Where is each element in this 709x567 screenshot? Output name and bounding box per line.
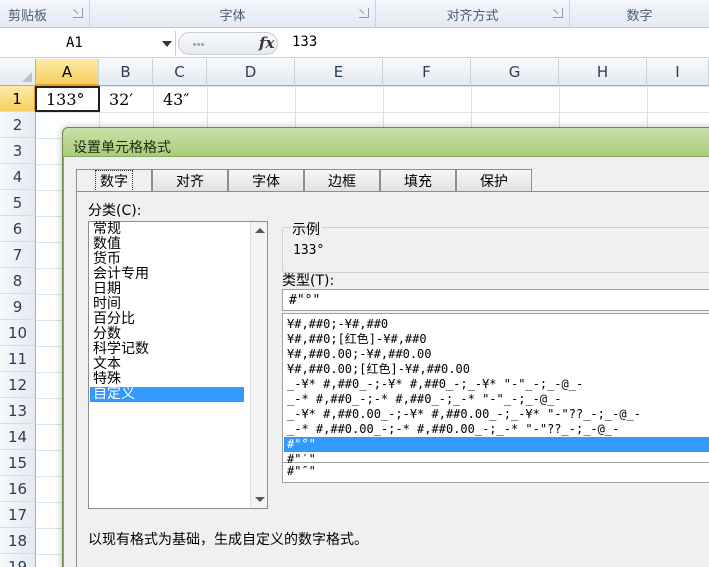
tab-border[interactable]: 边框	[304, 169, 380, 191]
column-header-c[interactable]: C	[153, 59, 207, 86]
column-header-f[interactable]: F	[383, 59, 471, 86]
category-item[interactable]: 分数	[93, 327, 121, 342]
excel-window: 剪贴板 字体 对齐方式 数字 A1 fx 133 A B C D E F G H	[0, 0, 709, 567]
format-item[interactable]: ¥#,##0;[红色]-¥#,##0	[287, 332, 427, 347]
category-item-selected[interactable]: 自定义	[90, 387, 244, 402]
category-item[interactable]: 常规	[93, 222, 121, 237]
column-header-i[interactable]: I	[647, 59, 709, 86]
format-item[interactable]: _-¥* #,##0.00_-;-¥* #,##0.00_-;_-¥* "-"?…	[287, 407, 641, 422]
category-item[interactable]: 时间	[93, 297, 121, 312]
sample-label: 示例	[290, 219, 322, 239]
column-header-h[interactable]: H	[559, 59, 647, 86]
row-header-13[interactable]: 13	[0, 398, 36, 424]
format-list-overflow[interactable]: #"″"	[282, 463, 709, 483]
row-header-17[interactable]: 17	[0, 502, 36, 528]
cell-a1[interactable]: 133°	[35, 86, 100, 112]
formula-input[interactable]: 133	[292, 34, 317, 50]
scroll-up-icon[interactable]	[255, 228, 265, 233]
formula-bar: A1 fx 133	[0, 29, 709, 58]
ribbon-group-font-label: 字体	[219, 8, 246, 24]
row-header-16[interactable]: 16	[0, 476, 36, 502]
category-scrollbar[interactable]	[250, 222, 267, 508]
column-header-b[interactable]: B	[99, 59, 153, 86]
row-header-11[interactable]: 11	[0, 346, 36, 372]
row-header-12[interactable]: 12	[0, 372, 36, 398]
row-header-2[interactable]: 2	[0, 112, 36, 138]
row-header-14[interactable]: 14	[0, 424, 36, 450]
column-header-d[interactable]: D	[207, 59, 295, 86]
ribbon-group-number: 数字	[570, 0, 709, 28]
format-item[interactable]: ¥#,##0;-¥#,##0	[287, 317, 388, 332]
row-header-1[interactable]: 1	[0, 86, 36, 112]
dialog-tabs: 数字 对齐 字体 边框 填充 保护	[76, 169, 532, 192]
tab-number[interactable]: 数字	[76, 169, 152, 192]
tab-font[interactable]: 字体	[228, 169, 304, 191]
category-item[interactable]: 百分比	[93, 312, 135, 327]
row-header-19[interactable]: 19	[0, 554, 36, 567]
category-list[interactable]: 常规 数值 货币 会计专用 日期 时间 百分比 分数 科学记数 文本 特殊 自定…	[88, 221, 268, 509]
row-header-18[interactable]: 18	[0, 528, 36, 554]
clipboard-dialog-launcher-icon[interactable]	[73, 8, 83, 18]
format-item-selected[interactable]: #"°"	[284, 437, 709, 452]
chevron-down-icon[interactable]	[162, 41, 172, 47]
category-item[interactable]: 会计专用	[93, 267, 149, 282]
alignment-dialog-launcher-icon[interactable]	[553, 8, 563, 18]
category-item[interactable]: 日期	[93, 282, 121, 297]
category-label: 分类(C):	[88, 203, 142, 219]
row-header-6[interactable]: 6	[0, 216, 36, 242]
ribbon-group-labels: 剪贴板 字体 对齐方式 数字	[0, 0, 709, 28]
row-header-8[interactable]: 8	[0, 268, 36, 294]
sample-value: 133°	[293, 243, 325, 258]
dialog-body: 数字 对齐 字体 边框 填充 保护 分类(C): 常规 数值 货币 会计专用 日…	[63, 156, 709, 567]
row-header-4[interactable]: 4	[0, 164, 36, 190]
tab-alignment[interactable]: 对齐	[152, 169, 228, 191]
category-item[interactable]: 货币	[93, 252, 121, 267]
format-description: 以现有格式为基础，生成自定义的数字格式。	[88, 532, 368, 548]
format-list[interactable]: ¥#,##0;-¥#,##0 ¥#,##0;[红色]-¥#,##0 ¥#,##0…	[282, 313, 709, 466]
ribbon-group-number-label: 数字	[626, 8, 653, 24]
tab-protection[interactable]: 保护	[456, 169, 532, 191]
formula-bar-splitter[interactable]: fx	[178, 32, 278, 55]
grip-dots-icon	[193, 43, 196, 46]
row-header-10[interactable]: 10	[0, 320, 36, 346]
tab-number-label: 数字	[95, 170, 133, 192]
font-dialog-launcher-icon[interactable]	[359, 8, 369, 18]
type-input[interactable]: #"°"	[282, 289, 709, 311]
cell-b1[interactable]: 32′	[100, 86, 153, 112]
column-header-g[interactable]: G	[471, 59, 559, 86]
row-header-7[interactable]: 7	[0, 242, 36, 268]
category-item[interactable]: 文本	[93, 357, 121, 372]
tab-fill[interactable]: 填充	[380, 169, 456, 191]
category-item[interactable]: 数值	[93, 237, 121, 252]
ribbon-group-font: 字体	[90, 0, 376, 28]
row-header-9[interactable]: 9	[0, 294, 36, 320]
category-item[interactable]: 特殊	[93, 372, 121, 387]
name-box[interactable]: A1	[0, 31, 176, 56]
type-label: 类型(T):	[282, 273, 335, 289]
ribbon-group-clipboard: 剪贴板	[0, 0, 90, 28]
ribbon-group-alignment: 对齐方式	[376, 0, 570, 28]
column-header-a[interactable]: A	[36, 59, 99, 86]
select-all-button[interactable]	[0, 59, 36, 86]
format-item[interactable]: ¥#,##0.00;-¥#,##0.00	[287, 347, 432, 362]
category-item[interactable]: 科学记数	[93, 342, 149, 357]
format-item[interactable]: _-¥* #,##0_-;-¥* #,##0_-;_-¥* "-"_-;_-@_…	[287, 377, 583, 392]
format-item[interactable]: _-* #,##0_-;-* #,##0_-;_-* "-"_-;_-@_-	[287, 392, 562, 407]
name-box-value: A1	[66, 35, 83, 51]
row-header-3[interactable]: 3	[0, 138, 36, 164]
sample-group	[282, 227, 709, 273]
ribbon-group-alignment-label: 对齐方式	[446, 8, 499, 24]
column-header-e[interactable]: E	[295, 59, 383, 86]
dialog-title: 设置单元格格式	[73, 140, 171, 156]
row-header-5[interactable]: 5	[0, 190, 36, 216]
format-item[interactable]: #"″"	[287, 464, 316, 479]
scroll-down-icon[interactable]	[255, 497, 265, 502]
row-header-15[interactable]: 15	[0, 450, 36, 476]
cell-c1[interactable]: 43″	[154, 86, 207, 112]
format-item[interactable]: _-* #,##0.00_-;-* #,##0.00_-;_-* "-"??_-…	[287, 422, 619, 437]
ribbon-group-clipboard-label: 剪贴板	[8, 8, 48, 24]
format-item[interactable]: ¥#,##0.00;[红色]-¥#,##0.00	[287, 362, 470, 377]
format-cells-dialog: 设置单元格格式 数字 对齐 字体 边框 填充 保护 分类(C): 常规 数值 货…	[62, 127, 709, 567]
insert-function-icon[interactable]: fx	[259, 34, 274, 52]
